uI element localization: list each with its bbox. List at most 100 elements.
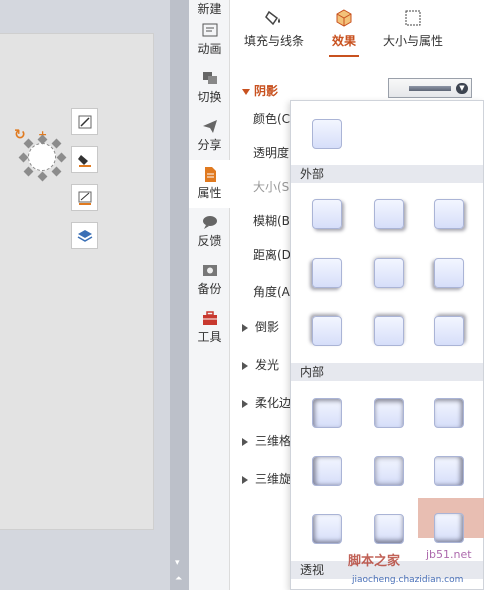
selected-shape[interactable] xyxy=(18,134,67,182)
fill-bucket-icon xyxy=(77,154,91,167)
edit-shape-button[interactable] xyxy=(71,108,98,135)
tab-label: 反馈 xyxy=(197,234,222,248)
shadow-angle-label: 角度(A) xyxy=(253,285,295,299)
shadow-size-label: 大小(S) xyxy=(253,180,294,194)
glow-section[interactable]: 发光 xyxy=(242,356,279,373)
vertical-scrollbar[interactable]: ▾ ⏶ xyxy=(170,0,189,590)
scroll-down-icon[interactable]: ▾ xyxy=(175,558,180,568)
shadow-option[interactable] xyxy=(434,258,464,288)
section-label: 发光 xyxy=(255,358,280,372)
chevron-down-icon: ▼ xyxy=(456,83,468,94)
shadow-blur-label: 模糊(B) xyxy=(253,214,295,228)
tab-share[interactable]: 分享 xyxy=(189,112,230,160)
watermark-url: jiaocheng.chazidian.com xyxy=(352,575,464,585)
tab-backup[interactable]: 备份 xyxy=(189,256,230,304)
tab-fill-line[interactable]: 填充与线条 xyxy=(242,8,306,49)
fill-button[interactable] xyxy=(71,146,98,173)
effect-cube-icon xyxy=(336,9,352,27)
shadow-color-label: 颜色(C) xyxy=(253,112,295,126)
tab-toolbox[interactable]: 工具 xyxy=(189,304,230,352)
shadow-option[interactable] xyxy=(434,456,464,486)
side-tab-bar: 新建 动画 切换 分享 属性 反馈 备份 工具 xyxy=(189,0,230,590)
section-label: 倒影 xyxy=(255,320,280,334)
shadow-option[interactable] xyxy=(312,456,342,486)
reflection-section[interactable]: 倒影 xyxy=(242,318,279,335)
shadow-option[interactable] xyxy=(312,199,342,229)
watermark-site: jb51.net xyxy=(426,548,472,561)
tab-label: 动画 xyxy=(197,42,222,56)
tab-effect[interactable]: 效果 xyxy=(329,8,359,57)
resize-handle[interactable] xyxy=(23,166,34,177)
shadow-option[interactable] xyxy=(312,316,342,346)
resize-handle[interactable] xyxy=(56,152,67,163)
section-label: 三维格 xyxy=(255,434,292,448)
collapsed-triangle-icon xyxy=(242,323,248,332)
tab-label: 新建 xyxy=(197,2,222,16)
tab-label: 分享 xyxy=(197,138,222,152)
resize-handle[interactable] xyxy=(37,171,48,182)
tab-label: 切换 xyxy=(197,90,222,104)
watermark-text: 脚本之家 xyxy=(348,554,401,569)
tab-label: 备份 xyxy=(197,282,222,296)
shadow-option[interactable] xyxy=(374,398,404,428)
shadow-option[interactable] xyxy=(374,514,404,544)
floating-toolbar xyxy=(71,108,98,260)
3d-format-section[interactable]: 三维格 xyxy=(242,432,291,449)
toolbox-icon xyxy=(202,311,217,325)
shadow-option[interactable] xyxy=(434,199,464,229)
circle-shape[interactable] xyxy=(28,143,56,171)
shadow-section-header[interactable]: 阴影 xyxy=(242,82,278,99)
3d-rotation-section[interactable]: 三维旋 xyxy=(242,470,291,487)
slide-canvas: ↻ + xyxy=(0,0,190,590)
layers-button[interactable] xyxy=(71,222,98,249)
shadow-option[interactable] xyxy=(434,316,464,346)
shadow-option[interactable] xyxy=(374,199,404,229)
section-label: 三维旋 xyxy=(255,472,292,486)
tab-label: 工具 xyxy=(197,330,222,344)
outline-button[interactable] xyxy=(71,184,98,211)
shadow-transparency-label: 透明度 xyxy=(253,146,290,160)
section-label: 柔化边 xyxy=(255,396,292,410)
shadow-preview xyxy=(409,86,451,91)
shadow-option[interactable] xyxy=(374,456,404,486)
collapsed-triangle-icon xyxy=(242,437,248,446)
tab-property[interactable]: 属性 xyxy=(189,160,230,208)
shadow-option[interactable] xyxy=(312,258,342,288)
soft-edge-section[interactable]: 柔化边 xyxy=(242,394,291,411)
edit-shape-icon xyxy=(78,115,91,128)
shadow-option[interactable] xyxy=(312,398,342,428)
tab-label: 效果 xyxy=(331,34,356,48)
resize-handle[interactable] xyxy=(51,138,62,149)
collapsed-triangle-icon xyxy=(242,361,248,370)
share-icon xyxy=(202,120,217,133)
expanded-triangle-icon xyxy=(242,88,250,95)
animation-icon xyxy=(202,23,217,37)
tab-feedback[interactable]: 反馈 xyxy=(189,208,230,256)
collapsed-triangle-icon xyxy=(242,475,248,484)
no-shadow-option[interactable] xyxy=(312,119,342,149)
property-tabs: 填充与线条 效果 大小与属性 xyxy=(230,0,484,62)
resize-handle[interactable] xyxy=(18,152,29,163)
tab-transition[interactable]: 切换 xyxy=(189,64,230,112)
shadow-option[interactable] xyxy=(434,513,464,543)
resize-handle[interactable] xyxy=(51,166,62,177)
layers-icon xyxy=(77,229,92,242)
shadow-option[interactable] xyxy=(312,514,342,544)
tab-size-property[interactable]: 大小与属性 xyxy=(381,8,445,49)
section-title: 阴影 xyxy=(254,84,279,98)
tab-animation[interactable]: 动画 xyxy=(189,16,230,64)
outline-pen-icon xyxy=(78,191,91,205)
collapse-up-icon[interactable]: ⏶ xyxy=(175,574,182,584)
tab-label: 大小与属性 xyxy=(382,34,443,48)
shadow-option[interactable] xyxy=(434,398,464,428)
feedback-icon xyxy=(202,216,217,229)
size-frame-icon xyxy=(405,10,421,26)
inner-group-label: 内部 xyxy=(291,363,483,381)
shadow-preset-dropdown[interactable]: ▼ xyxy=(388,78,472,98)
shadow-option[interactable] xyxy=(374,258,404,288)
shadow-option[interactable] xyxy=(374,316,404,346)
collapsed-triangle-icon xyxy=(242,399,248,408)
transition-icon xyxy=(202,72,217,84)
active-tab-indicator xyxy=(329,55,359,57)
outer-group-label: 外部 xyxy=(291,165,483,183)
